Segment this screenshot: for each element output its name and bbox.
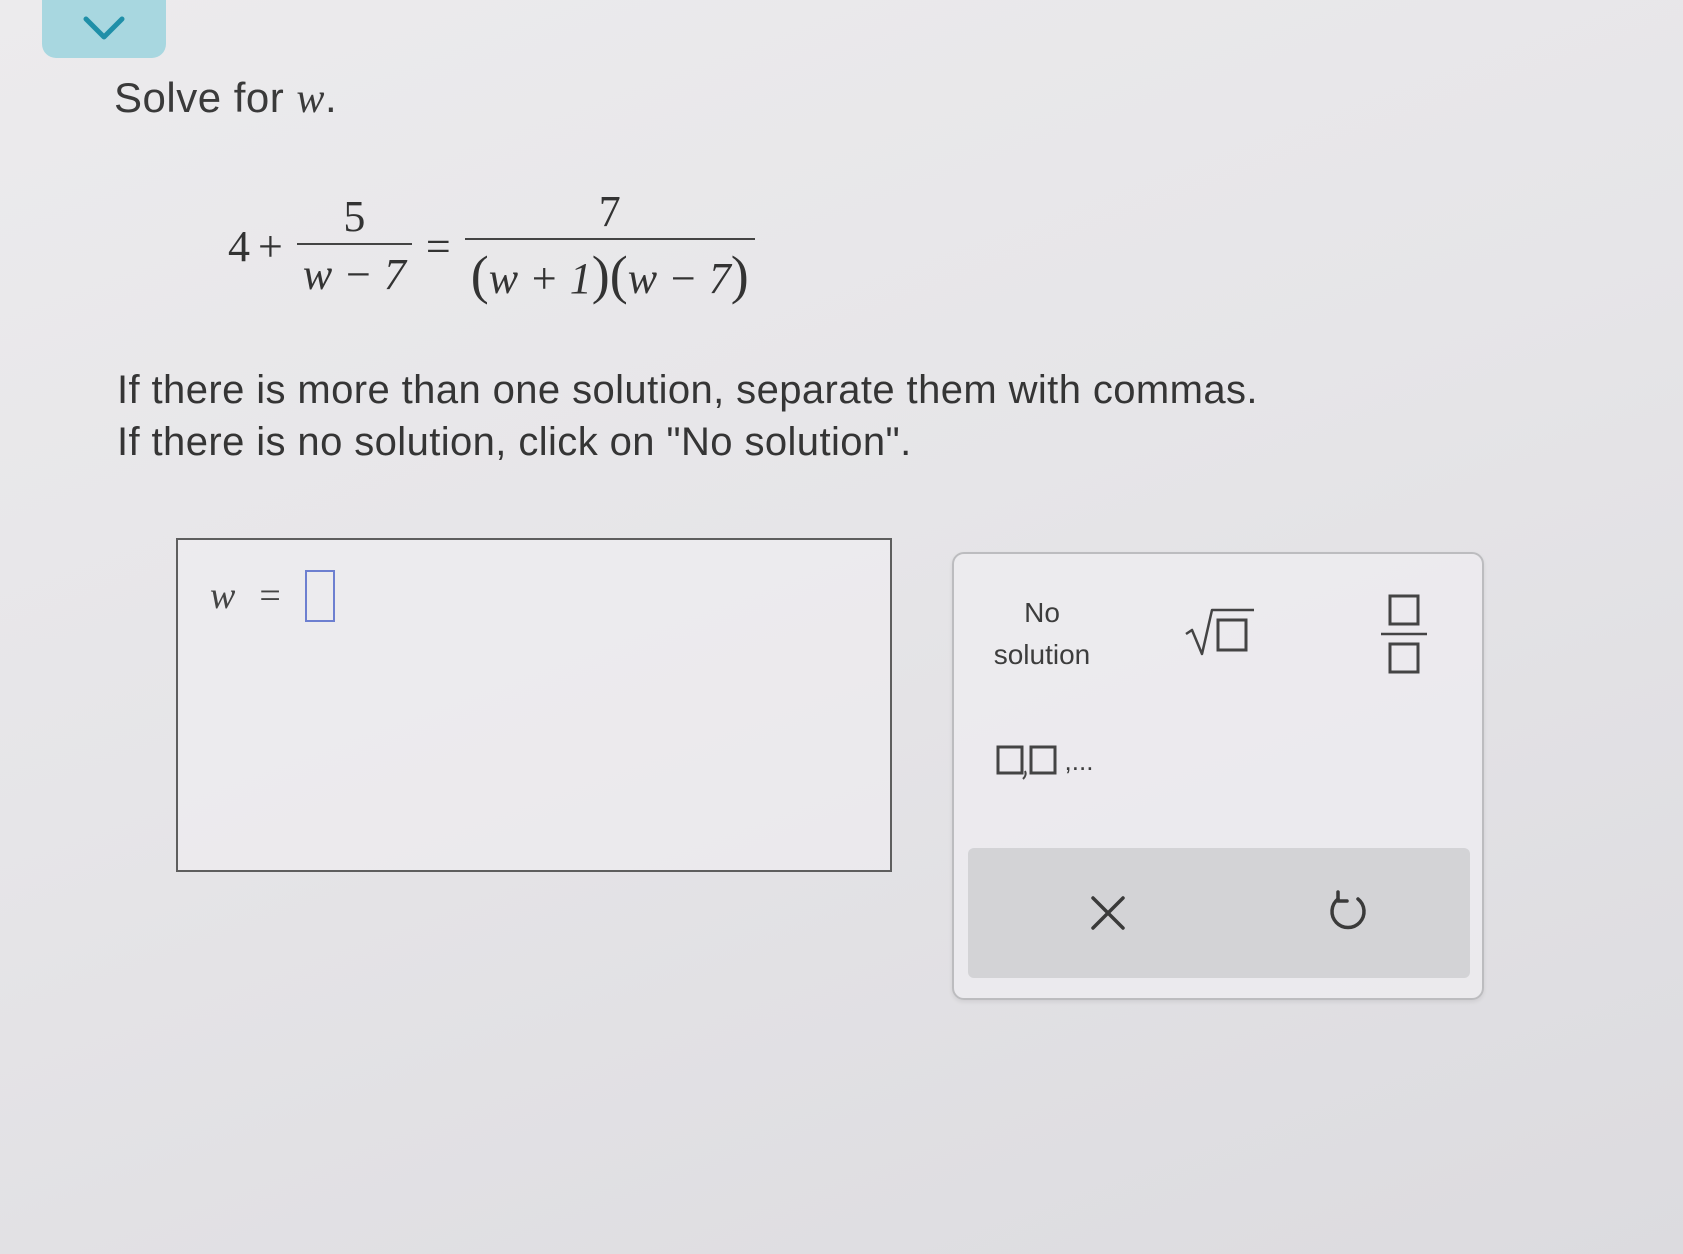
rhs-denominator: (w + 1)(w − 7) (464, 238, 755, 302)
list-ellipsis: ,... (1064, 745, 1094, 776)
square-root-icon (1185, 608, 1254, 656)
list-comma-icon (996, 745, 1057, 780)
undo-icon (1330, 890, 1366, 930)
chevron-down-icon (83, 16, 125, 40)
instructions-line-2: If there is no solution, click on "No so… (117, 420, 912, 464)
rhs-fraction: 7 (w + 1)(w − 7) (464, 187, 755, 302)
answer-box[interactable]: w = (176, 538, 892, 872)
math-keypad: No solution ,... (952, 552, 1484, 1000)
rhs-numerator: 7 (598, 187, 621, 236)
answer-equals: = (259, 575, 281, 617)
answer-variable: w (210, 575, 236, 617)
clear-button[interactable] (1063, 873, 1153, 953)
times-icon (1091, 896, 1125, 930)
fraction-button[interactable] (1364, 584, 1444, 684)
fraction-icon (1381, 594, 1427, 674)
square-root-button[interactable] (1174, 592, 1264, 672)
action-bar (968, 848, 1470, 978)
no-solution-button[interactable]: No solution (972, 584, 1112, 684)
lhs-fraction: 5 w − 7 (296, 192, 412, 297)
lhs-constant: 4 (228, 221, 250, 271)
plus-sign: + (258, 221, 283, 271)
instructions: If there is more than one solution, sepa… (117, 364, 1258, 468)
answer-input[interactable] (304, 570, 335, 622)
no-solution-label-line1: No (1024, 597, 1060, 628)
lhs-denominator: w − 7 (296, 243, 412, 297)
collapse-tab[interactable] (42, 0, 166, 58)
prompt-text: Solve for (114, 74, 297, 121)
lhs-numerator: 5 (343, 192, 366, 241)
answer-row: w = (210, 570, 335, 622)
equation: 4 + 5 w − 7 = 7 (w + 1)(w − 7) (228, 190, 761, 302)
prompt-variable: w (296, 76, 325, 122)
problem-prompt: Solve for w. (114, 74, 337, 123)
undo-button[interactable] (1303, 873, 1393, 953)
list-button[interactable]: ,... (984, 726, 1104, 796)
instructions-line-1: If there is more than one solution, sepa… (117, 368, 1258, 412)
no-solution-label-line2: solution (993, 639, 1091, 670)
equals-sign: = (425, 221, 451, 271)
prompt-period: . (324, 74, 338, 121)
